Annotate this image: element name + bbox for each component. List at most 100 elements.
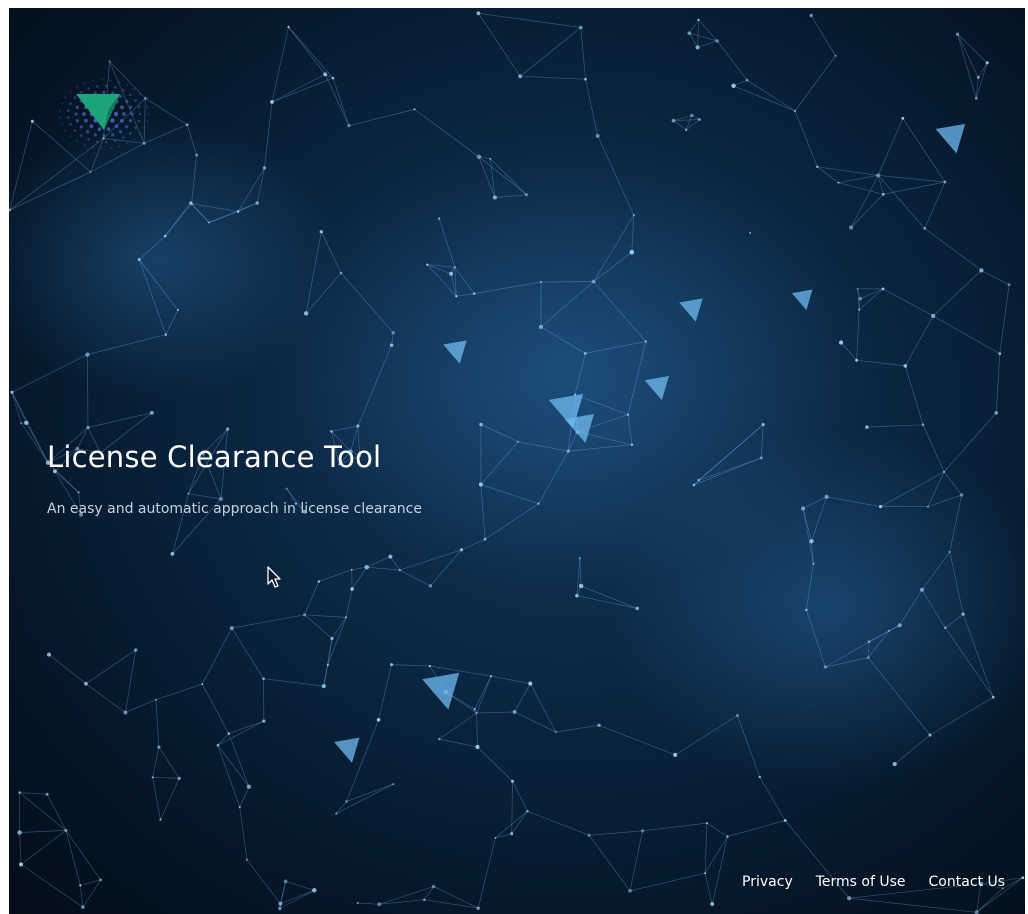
network-node	[187, 492, 190, 495]
network-line	[511, 781, 513, 834]
network-line	[271, 77, 334, 103]
network-line	[514, 711, 556, 733]
network-node	[690, 113, 694, 118]
network-node	[715, 39, 719, 43]
privacy-link[interactable]: Privacy	[742, 874, 793, 890]
logo-dot	[143, 99, 146, 102]
logo-dot	[120, 118, 124, 123]
network-node	[185, 123, 189, 127]
logo-dot	[91, 79, 95, 82]
network-line	[477, 746, 513, 782]
network-node	[492, 195, 497, 200]
logo-dot	[146, 106, 149, 109]
logo-dot	[130, 112, 134, 116]
network-node	[758, 775, 761, 779]
network-line	[838, 175, 879, 184]
network-node	[99, 878, 102, 882]
network-node	[390, 663, 393, 667]
network-node	[824, 494, 829, 499]
network-node	[19, 862, 23, 867]
network-line	[85, 649, 136, 684]
network-line	[20, 864, 84, 908]
logo-dot	[79, 125, 83, 129]
network-node	[538, 324, 544, 329]
network-node	[438, 738, 441, 741]
network-line	[152, 776, 180, 779]
network-node	[998, 352, 1002, 356]
network-node	[749, 231, 752, 234]
network-line	[932, 270, 982, 317]
logo-dot	[118, 80, 121, 83]
network-node	[816, 165, 819, 169]
logo-dot	[79, 91, 83, 94]
network-node	[745, 79, 749, 82]
network-line	[697, 40, 718, 48]
network-line	[673, 120, 687, 131]
terms-of-use-link[interactable]: Terms of Use	[816, 874, 906, 890]
network-node	[629, 249, 635, 255]
logo-dot	[146, 119, 149, 122]
network-line	[280, 889, 315, 905]
network-line	[48, 654, 87, 684]
network-facet	[935, 123, 966, 154]
network-node	[698, 118, 701, 121]
network-node	[876, 173, 881, 178]
network-line	[19, 832, 22, 865]
network-node	[512, 709, 517, 714]
network-node	[583, 351, 587, 355]
logo-dot	[74, 112, 78, 116]
network-line	[704, 836, 728, 874]
network-line	[439, 712, 477, 740]
network-line	[366, 566, 400, 571]
network-line	[491, 675, 531, 684]
network-node	[846, 896, 852, 901]
logo-dot	[134, 99, 137, 102]
network-node	[303, 613, 307, 617]
logo-dot	[113, 85, 117, 89]
network-node	[943, 470, 946, 473]
network-node	[761, 422, 765, 427]
logo-dot	[137, 119, 141, 123]
network-node	[943, 180, 947, 184]
contact-us-link[interactable]: Contact Us	[929, 874, 1005, 890]
network-line	[733, 85, 796, 112]
logo-dot	[91, 146, 95, 149]
logo-dot	[87, 138, 91, 141]
network-node	[478, 482, 483, 487]
network-line	[904, 315, 934, 367]
network-node	[595, 133, 600, 139]
network-line	[527, 810, 590, 836]
network-line	[20, 423, 49, 463]
network-node	[356, 424, 360, 428]
network-line	[902, 118, 946, 183]
network-node	[476, 906, 480, 910]
network-node	[834, 54, 837, 57]
network-node	[177, 776, 181, 781]
network-node	[108, 60, 111, 63]
logo-dot	[125, 99, 129, 103]
logo-dot	[100, 78, 103, 81]
network-node	[426, 263, 429, 266]
logo-dot	[113, 139, 117, 143]
network-node	[684, 128, 688, 132]
network-node	[823, 665, 828, 669]
network-line	[46, 794, 67, 831]
network-line	[399, 569, 431, 587]
network-node	[961, 612, 965, 616]
network-node	[673, 752, 678, 757]
network-node	[476, 154, 482, 160]
logo-dot	[126, 142, 129, 145]
network-node	[472, 292, 476, 295]
network-line	[727, 820, 786, 837]
network-line	[877, 118, 904, 176]
network-node	[428, 664, 431, 668]
network-node	[566, 449, 571, 453]
network-line	[79, 885, 84, 908]
logo-dot	[128, 105, 133, 109]
network-node	[1007, 283, 1011, 287]
network-node	[554, 731, 557, 733]
network-node	[837, 181, 840, 184]
network-node	[897, 623, 902, 628]
logo-dot	[122, 112, 126, 116]
network-node	[216, 743, 220, 747]
